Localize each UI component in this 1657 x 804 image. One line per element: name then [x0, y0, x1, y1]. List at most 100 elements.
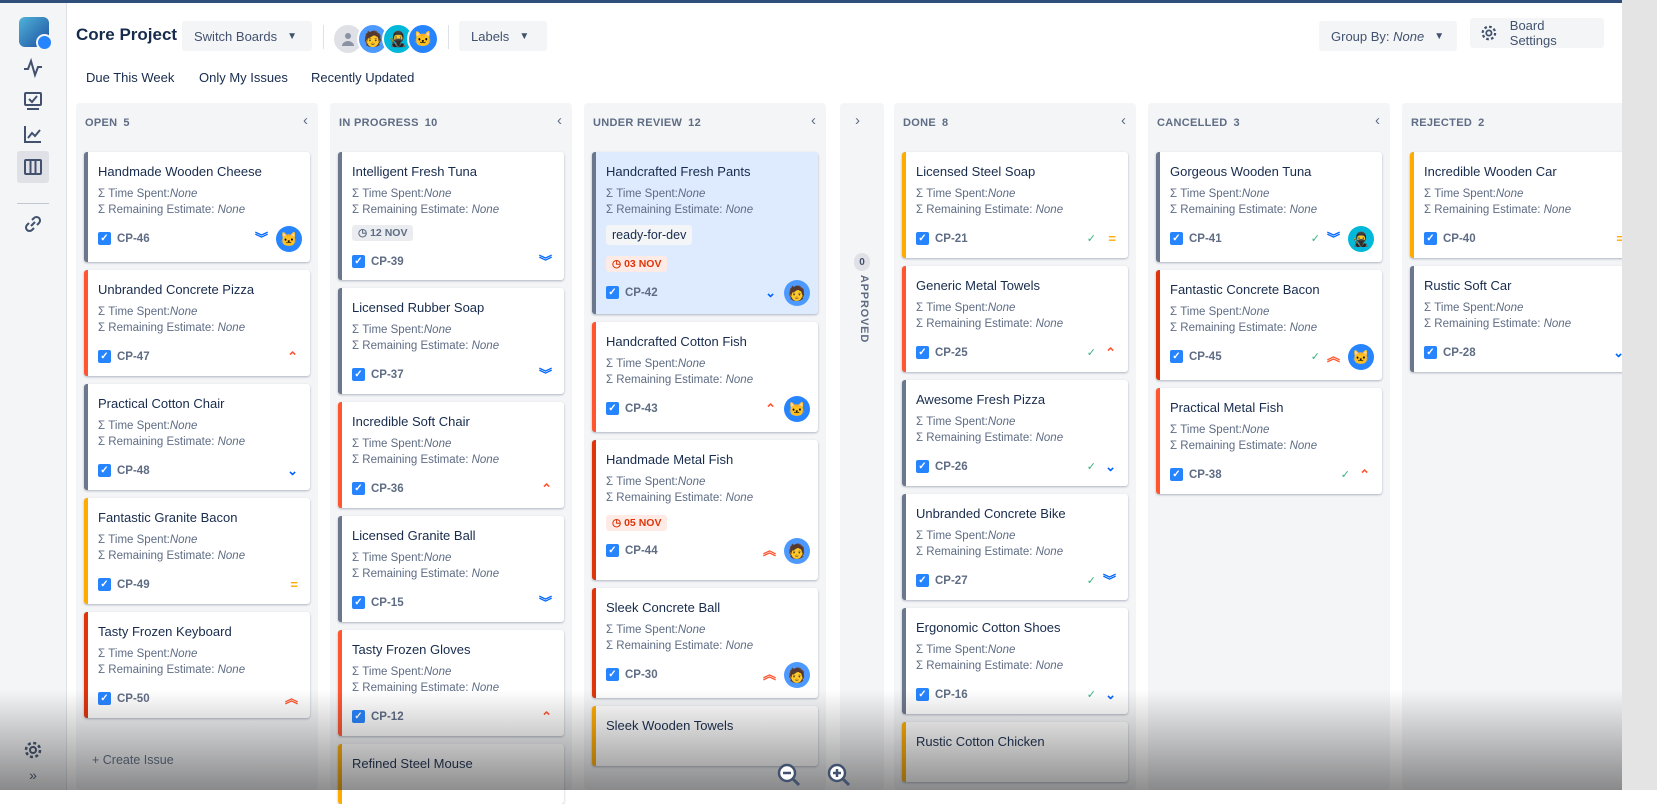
- issue-card[interactable]: Handmade Wooden Cheese Σ Time Spent:None …: [84, 152, 310, 262]
- issue-card[interactable]: Practical Metal Fish Σ Time Spent:None Σ …: [1156, 388, 1382, 494]
- issue-key[interactable]: ✓ CP-39: [352, 255, 404, 268]
- assignee-avatar[interactable]: 🐱: [1348, 344, 1374, 370]
- issue-key[interactable]: ✓ CP-46: [98, 232, 150, 245]
- activity-icon[interactable]: [17, 52, 49, 84]
- issue-key[interactable]: ✓ CP-26: [916, 460, 968, 473]
- issue-key[interactable]: ✓ CP-16: [916, 688, 968, 701]
- remaining-estimate-value: None: [1289, 322, 1318, 334]
- issue-title: Unbranded Concrete Bike: [916, 506, 1066, 521]
- labels-button[interactable]: Labels ▼: [459, 21, 547, 51]
- issue-key[interactable]: ✓ CP-49: [98, 578, 150, 591]
- issue-key-text: CP-50: [117, 692, 150, 705]
- issue-key[interactable]: ✓ CP-50: [98, 692, 150, 705]
- chevron-left-icon[interactable]: ‹: [811, 112, 816, 129]
- assignee-avatar[interactable]: 🐱: [784, 396, 810, 422]
- issue-key[interactable]: ✓ CP-40: [1424, 232, 1476, 245]
- issue-key-text: CP-25: [935, 346, 968, 359]
- issue-key[interactable]: ✓ CP-41: [1170, 232, 1222, 245]
- issue-card[interactable]: Practical Cotton Chair Σ Time Spent:None …: [84, 384, 310, 490]
- issue-key[interactable]: ✓ CP-12: [352, 710, 404, 723]
- issue-card[interactable]: Gorgeous Wooden Tuna Σ Time Spent:None Σ …: [1156, 152, 1382, 262]
- remaining-estimate-label: Σ Remaining Estimate:: [98, 204, 215, 216]
- issue-card[interactable]: Rustic Soft Car Σ Time Spent:None Σ Remai…: [1410, 266, 1636, 372]
- switch-boards-button[interactable]: Switch Boards ▼: [182, 21, 312, 51]
- issue-card[interactable]: Incredible Soft Chair Σ Time Spent:None Σ…: [338, 402, 564, 508]
- issue-card[interactable]: Licensed Rubber Soap Σ Time Spent:None Σ …: [338, 288, 564, 394]
- reports-icon[interactable]: [17, 118, 49, 150]
- issue-card[interactable]: Handcrafted Cotton Fish Σ Time Spent:None…: [592, 322, 818, 432]
- issue-key[interactable]: ✓ CP-37: [352, 368, 404, 381]
- issue-card[interactable]: Tasty Frozen Gloves Σ Time Spent:None Σ R…: [338, 630, 564, 736]
- remaining-estimate-label: Σ Remaining Estimate:: [916, 318, 1033, 330]
- column-cancelled: CANCELLED 3 ‹ Gorgeous Wooden Tuna Σ Time S…: [1148, 103, 1390, 790]
- assignee-avatar[interactable]: 🐱: [276, 226, 302, 252]
- issue-card[interactable]: Rustic Cotton Chicken: [902, 722, 1128, 782]
- issue-key[interactable]: ✓ CP-25: [916, 346, 968, 359]
- issue-key[interactable]: ✓ CP-27: [916, 574, 968, 587]
- avatar-cat[interactable]: 🐱: [407, 23, 439, 55]
- issue-label[interactable]: ready-for-dev: [606, 225, 693, 245]
- column-approved-collapsed[interactable]: › 0 APPROVED: [840, 103, 884, 790]
- assignee-avatar[interactable]: 🧑: [784, 280, 810, 306]
- create-issue-button[interactable]: + Create Issue: [92, 753, 174, 767]
- issue-card[interactable]: Awesome Fresh Pizza Σ Time Spent:None Σ R…: [902, 380, 1128, 486]
- issue-title: Licensed Granite Ball: [352, 528, 476, 543]
- issue-key[interactable]: ✓ CP-47: [98, 350, 150, 363]
- issue-card[interactable]: Fantastic Granite Bacon Σ Time Spent:None…: [84, 498, 310, 604]
- time-spent-field: Σ Time Spent:None: [352, 552, 451, 564]
- issue-card[interactable]: Sleek Wooden Towels: [592, 706, 818, 766]
- issue-card[interactable]: Tasty Frozen Keyboard Σ Time Spent:None Σ…: [84, 612, 310, 718]
- issue-card[interactable]: Handcrafted Fresh Pants Σ Time Spent:None…: [592, 152, 818, 314]
- link-icon[interactable]: [17, 208, 49, 240]
- remaining-estimate-value: None: [725, 492, 754, 504]
- issue-key[interactable]: ✓ CP-36: [352, 482, 404, 495]
- issue-card[interactable]: Licensed Granite Ball Σ Time Spent:None Σ…: [338, 516, 564, 622]
- zoom-out-icon[interactable]: [776, 762, 802, 788]
- issue-card[interactable]: Unbranded Concrete Pizza Σ Time Spent:Non…: [84, 270, 310, 376]
- board-icon[interactable]: [17, 85, 49, 117]
- issue-key[interactable]: ✓ CP-48: [98, 464, 150, 477]
- issue-card[interactable]: Refined Steel Mouse: [338, 744, 564, 804]
- filter-recently-updated[interactable]: Recently Updated: [311, 70, 414, 85]
- issue-card[interactable]: Ergonomic Cotton Shoes Σ Time Spent:None …: [902, 608, 1128, 714]
- issue-key[interactable]: ✓ CP-30: [606, 668, 658, 681]
- issue-card[interactable]: Generic Metal Towels Σ Time Spent:None Σ …: [902, 266, 1128, 372]
- issue-card[interactable]: Intelligent Fresh Tuna Σ Time Spent:None …: [338, 152, 564, 280]
- issue-card[interactable]: Licensed Steel Soap Σ Time Spent:None Σ R…: [902, 152, 1128, 258]
- issue-card[interactable]: Incredible Wooden Car Σ Time Spent:None Σ…: [1410, 152, 1636, 258]
- issue-key[interactable]: ✓ CP-38: [1170, 468, 1222, 481]
- assignee-avatar[interactable]: 🧑: [784, 662, 810, 688]
- issue-key[interactable]: ✓ CP-42: [606, 286, 658, 299]
- group-by-select[interactable]: Group By: None ▼: [1319, 21, 1457, 51]
- chevron-left-icon[interactable]: ‹: [1375, 112, 1380, 129]
- chevron-right-icon[interactable]: ›: [855, 112, 860, 129]
- task-type-icon: ✓: [352, 368, 365, 381]
- issue-card[interactable]: Sleek Concrete Ball Σ Time Spent:None Σ R…: [592, 588, 818, 698]
- chevron-left-icon[interactable]: ‹: [303, 112, 308, 129]
- columns-icon[interactable]: [17, 151, 49, 183]
- issue-key[interactable]: ✓ CP-45: [1170, 350, 1222, 363]
- issue-key[interactable]: ✓ CP-15: [352, 596, 404, 609]
- project-avatar-icon[interactable]: [19, 17, 53, 51]
- filter-only-my-issues[interactable]: Only My Issues: [199, 70, 288, 85]
- chevron-left-icon[interactable]: ‹: [557, 112, 562, 129]
- filter-due-this-week[interactable]: Due This Week: [86, 70, 174, 85]
- issue-card[interactable]: Unbranded Concrete Bike Σ Time Spent:None…: [902, 494, 1128, 600]
- issue-key-text: CP-48: [117, 464, 150, 477]
- assignee-avatar[interactable]: 🧑: [784, 538, 810, 564]
- settings-icon[interactable]: [17, 734, 49, 766]
- issue-key[interactable]: ✓ CP-44: [606, 544, 658, 557]
- board-settings-button[interactable]: Board Settings: [1470, 18, 1604, 48]
- issue-key[interactable]: ✓ CP-28: [1424, 346, 1476, 359]
- zoom-in-icon[interactable]: [826, 762, 852, 788]
- expand-icon[interactable]: »: [17, 765, 49, 785]
- issue-card[interactable]: Fantastic Concrete Bacon Σ Time Spent:Non…: [1156, 270, 1382, 380]
- time-spent-field: Σ Time Spent:None: [98, 188, 197, 200]
- issue-key[interactable]: ✓ CP-43: [606, 402, 658, 415]
- issue-card[interactable]: Handmade Metal Fish Σ Time Spent:None Σ R…: [592, 440, 818, 580]
- left-nav-rail: »: [0, 3, 67, 790]
- assignee-avatar[interactable]: 🥷: [1348, 226, 1374, 252]
- priority-high-icon: ⌃: [541, 481, 552, 496]
- chevron-left-icon[interactable]: ‹: [1121, 112, 1126, 129]
- issue-key[interactable]: ✓ CP-21: [916, 232, 968, 245]
